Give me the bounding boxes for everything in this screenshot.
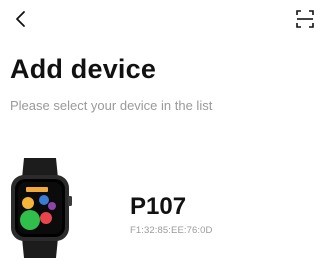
page-title: Add device (10, 54, 157, 84)
smartwatch-image (11, 158, 72, 258)
scan-button[interactable] (296, 10, 314, 28)
device-name: P107 (130, 193, 187, 220)
device-mac-address: F1:32:85:EE:76:0D (130, 225, 213, 236)
device-list-item[interactable]: P107 F1:32:85:EE:76:0D (0, 150, 324, 260)
scan-icon (296, 10, 314, 28)
add-device-page: Add device Please select your device in … (0, 0, 324, 277)
back-button[interactable] (12, 9, 32, 29)
page-subtitle: Please select your device in the list (10, 98, 213, 113)
chevron-left-icon (16, 11, 25, 27)
